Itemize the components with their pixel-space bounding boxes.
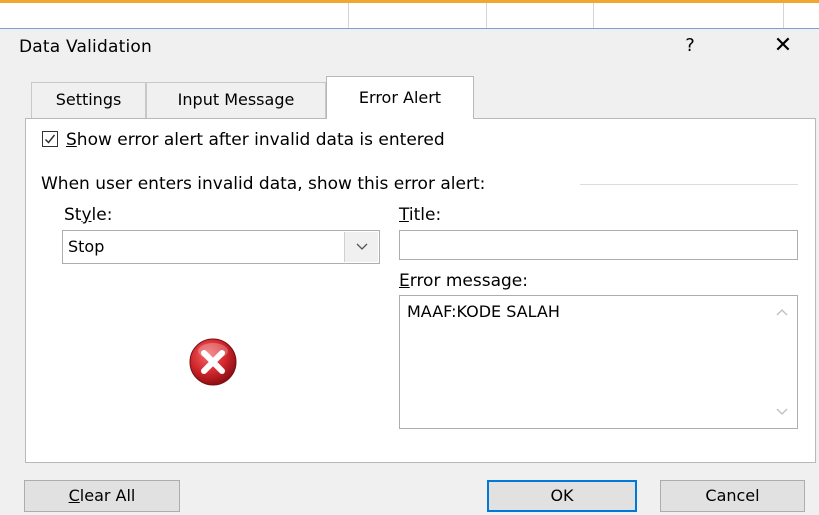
- scroll-down-icon[interactable]: [776, 408, 788, 416]
- tab-input-message[interactable]: Input Message: [146, 82, 326, 118]
- tab-error-alert[interactable]: Error Alert: [326, 76, 474, 119]
- cancel-button[interactable]: Cancel: [660, 480, 805, 512]
- error-message-text: MAAF:KODE SALAH: [407, 302, 560, 321]
- group-label: When user enters invalid data, show this…: [41, 174, 494, 194]
- error-message-label: Error message:: [399, 271, 528, 291]
- grid-line: [486, 3, 487, 28]
- scroll-up-icon[interactable]: [776, 308, 788, 316]
- group-divider: [580, 184, 798, 185]
- show-error-alert-label[interactable]: Show error alert after invalid data is e…: [66, 130, 445, 150]
- stop-error-icon: [189, 338, 237, 386]
- style-selected-value: Stop: [68, 237, 105, 256]
- title-label: Title:: [399, 205, 442, 225]
- grid-line: [348, 3, 349, 28]
- show-error-alert-checkbox[interactable]: [42, 131, 58, 147]
- dialog-border: [0, 28, 819, 29]
- grid-line: [593, 3, 594, 28]
- title-input[interactable]: [399, 230, 798, 260]
- tab-settings[interactable]: Settings: [31, 82, 146, 118]
- selection-border: [0, 0, 819, 3]
- clear-all-button[interactable]: Clear All: [24, 480, 180, 512]
- ok-button[interactable]: OK: [487, 480, 637, 512]
- grid-line: [783, 3, 784, 28]
- close-button[interactable]: ✕: [768, 33, 798, 61]
- scrollbar[interactable]: [767, 296, 797, 428]
- style-dropdown[interactable]: Stop: [62, 230, 380, 264]
- checkmark-icon: [44, 134, 56, 144]
- help-button[interactable]: ?: [678, 35, 702, 59]
- chevron-down-icon: [356, 243, 368, 250]
- spreadsheet-background: [0, 0, 819, 28]
- dialog-title: Data Validation: [19, 37, 152, 57]
- error-message-textarea[interactable]: MAAF:KODE SALAH: [399, 295, 798, 429]
- dropdown-button[interactable]: [344, 232, 378, 262]
- style-label: Style:: [64, 205, 113, 225]
